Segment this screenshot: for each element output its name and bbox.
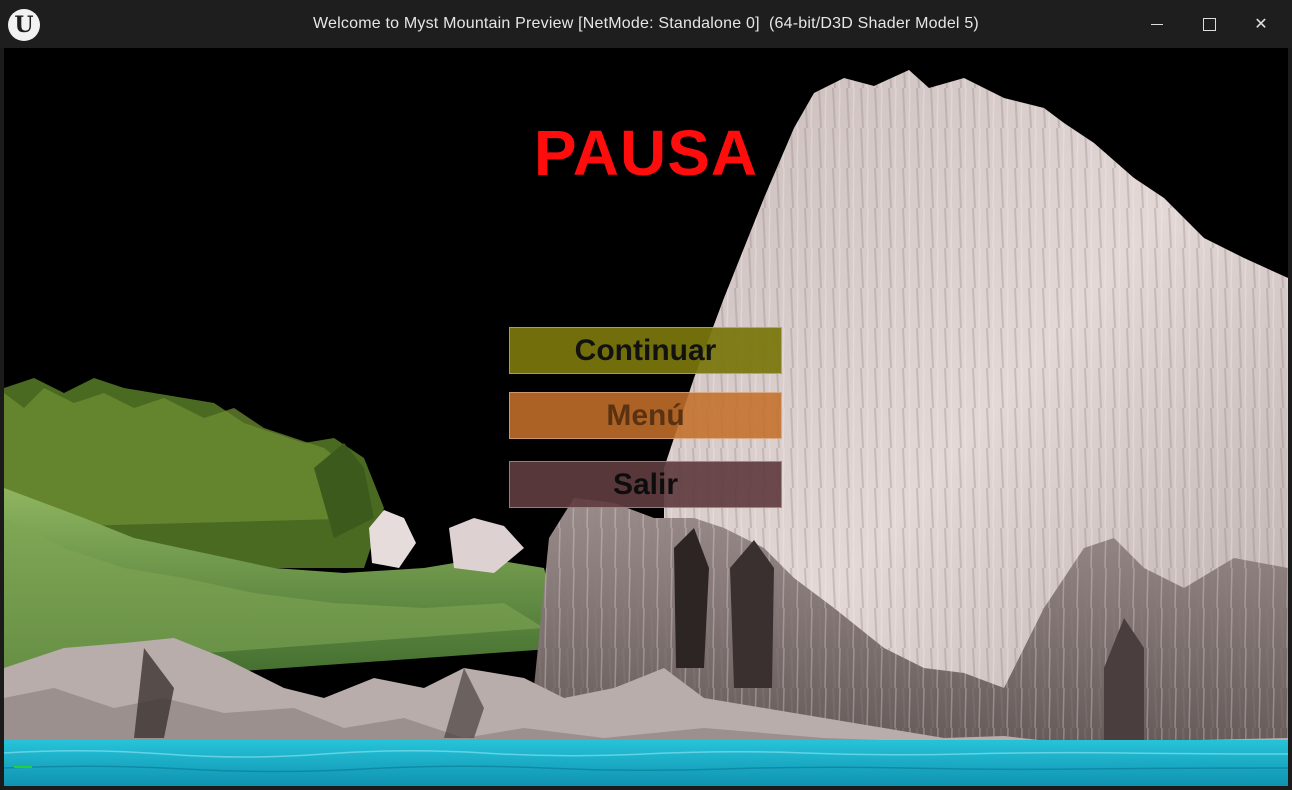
maximize-button[interactable] [1184, 0, 1234, 48]
maximize-icon [1202, 17, 1216, 31]
window-title: Welcome to Myst Mountain Preview [NetMod… [313, 15, 979, 32]
exit-button-label: Salir [612, 467, 679, 501]
continue-button[interactable]: Continuar [509, 327, 782, 374]
window-bottom-border [0, 786, 1292, 790]
close-icon: ✕ [1254, 16, 1268, 33]
window-titlebar: U Welcome to Myst Mountain Preview [NetM… [0, 0, 1292, 48]
main-menu-button[interactable]: Menú [509, 392, 782, 439]
continue-button-label: Continuar [574, 333, 717, 367]
game-viewport[interactable]: PAUSA Continuar Menú Salir [4, 48, 1288, 786]
main-menu-button-label: Menú [606, 398, 685, 432]
water [4, 740, 1288, 786]
close-button[interactable]: ✕ [1236, 0, 1286, 48]
minimize-button[interactable] [1132, 0, 1182, 48]
exit-button[interactable]: Salir [509, 461, 782, 508]
pause-title: PAUSA [533, 117, 759, 189]
minimize-icon [1151, 23, 1163, 25]
debug-stat-marker [14, 766, 32, 768]
